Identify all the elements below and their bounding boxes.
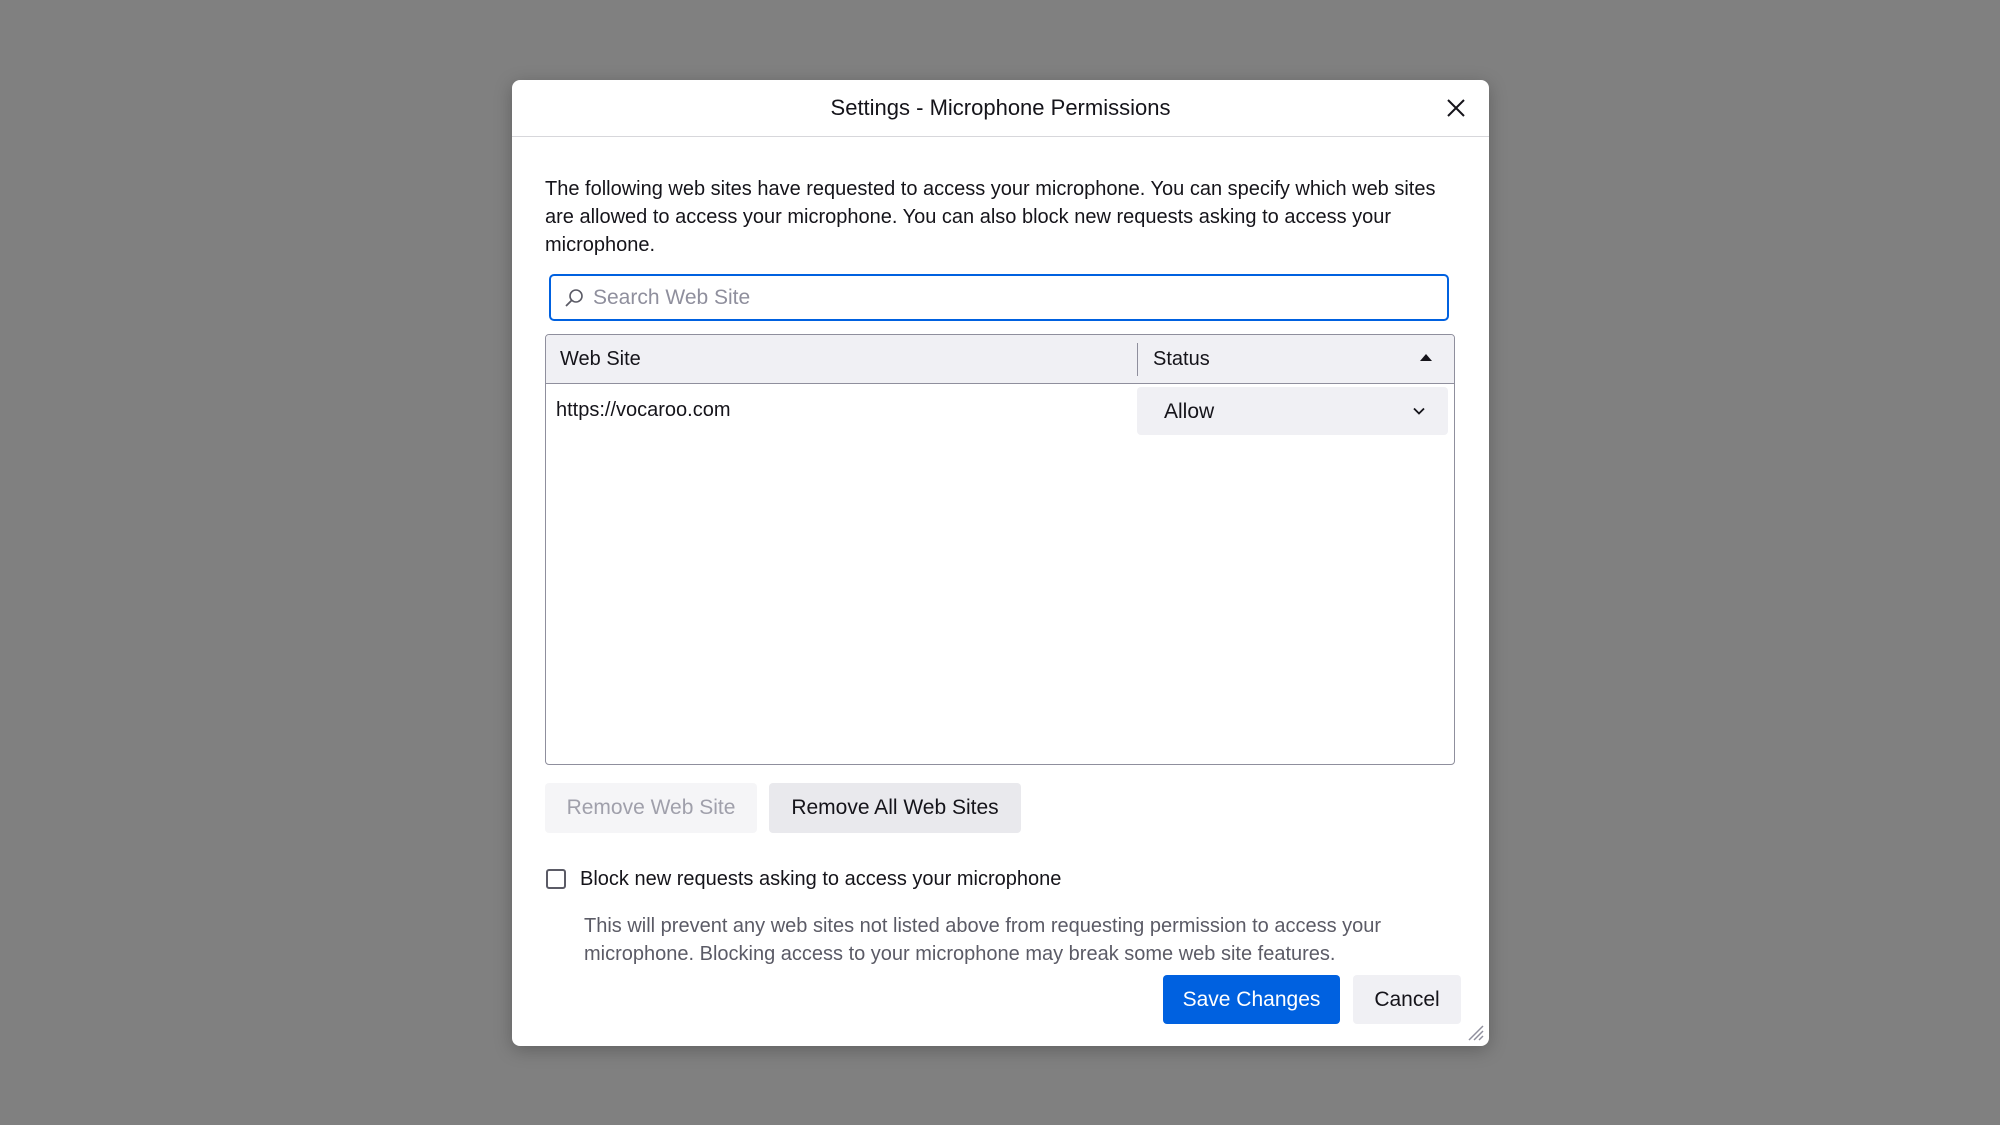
- dialog-title: Settings - Microphone Permissions: [830, 95, 1171, 120]
- search-input[interactable]: [591, 276, 1431, 319]
- row-site-url: https://vocaroo.com: [556, 399, 731, 421]
- sort-ascending-icon: [1420, 354, 1432, 361]
- column-header-status[interactable]: Status: [1153, 348, 1210, 371]
- column-divider[interactable]: [1137, 343, 1138, 376]
- table-row[interactable]: https://vocaroo.com Allow: [546, 385, 1454, 437]
- cancel-button[interactable]: Cancel: [1353, 975, 1461, 1024]
- status-dropdown-value: Allow: [1164, 400, 1215, 423]
- microphone-permissions-dialog: Settings - Microphone Permissions The fo…: [512, 80, 1489, 1046]
- intro-text: The following web sites have requested t…: [545, 178, 1436, 256]
- close-icon: [1447, 99, 1465, 117]
- remove-all-web-sites-button[interactable]: Remove All Web Sites: [769, 783, 1021, 833]
- search-box[interactable]: [549, 274, 1449, 321]
- table-header: Web Site Status: [546, 335, 1454, 384]
- search-icon: [565, 289, 583, 307]
- block-requests-label[interactable]: Block new requests asking to access your…: [580, 868, 1061, 891]
- status-dropdown[interactable]: Allow: [1137, 387, 1448, 435]
- block-requests-checkbox[interactable]: [546, 869, 566, 889]
- save-changes-button[interactable]: Save Changes: [1163, 975, 1340, 1024]
- resize-grip-icon[interactable]: [1465, 1022, 1485, 1042]
- chevron-down-icon: [1413, 407, 1425, 415]
- block-requests-description: This will prevent any web sites not list…: [584, 915, 1382, 965]
- column-header-web-site[interactable]: Web Site: [560, 348, 641, 371]
- close-button[interactable]: [1441, 93, 1471, 123]
- remove-web-site-button[interactable]: Remove Web Site: [545, 783, 757, 833]
- sites-table: Web Site Status https://vocaroo.com Allo…: [545, 334, 1455, 765]
- dialog-titlebar: Settings - Microphone Permissions: [512, 80, 1489, 137]
